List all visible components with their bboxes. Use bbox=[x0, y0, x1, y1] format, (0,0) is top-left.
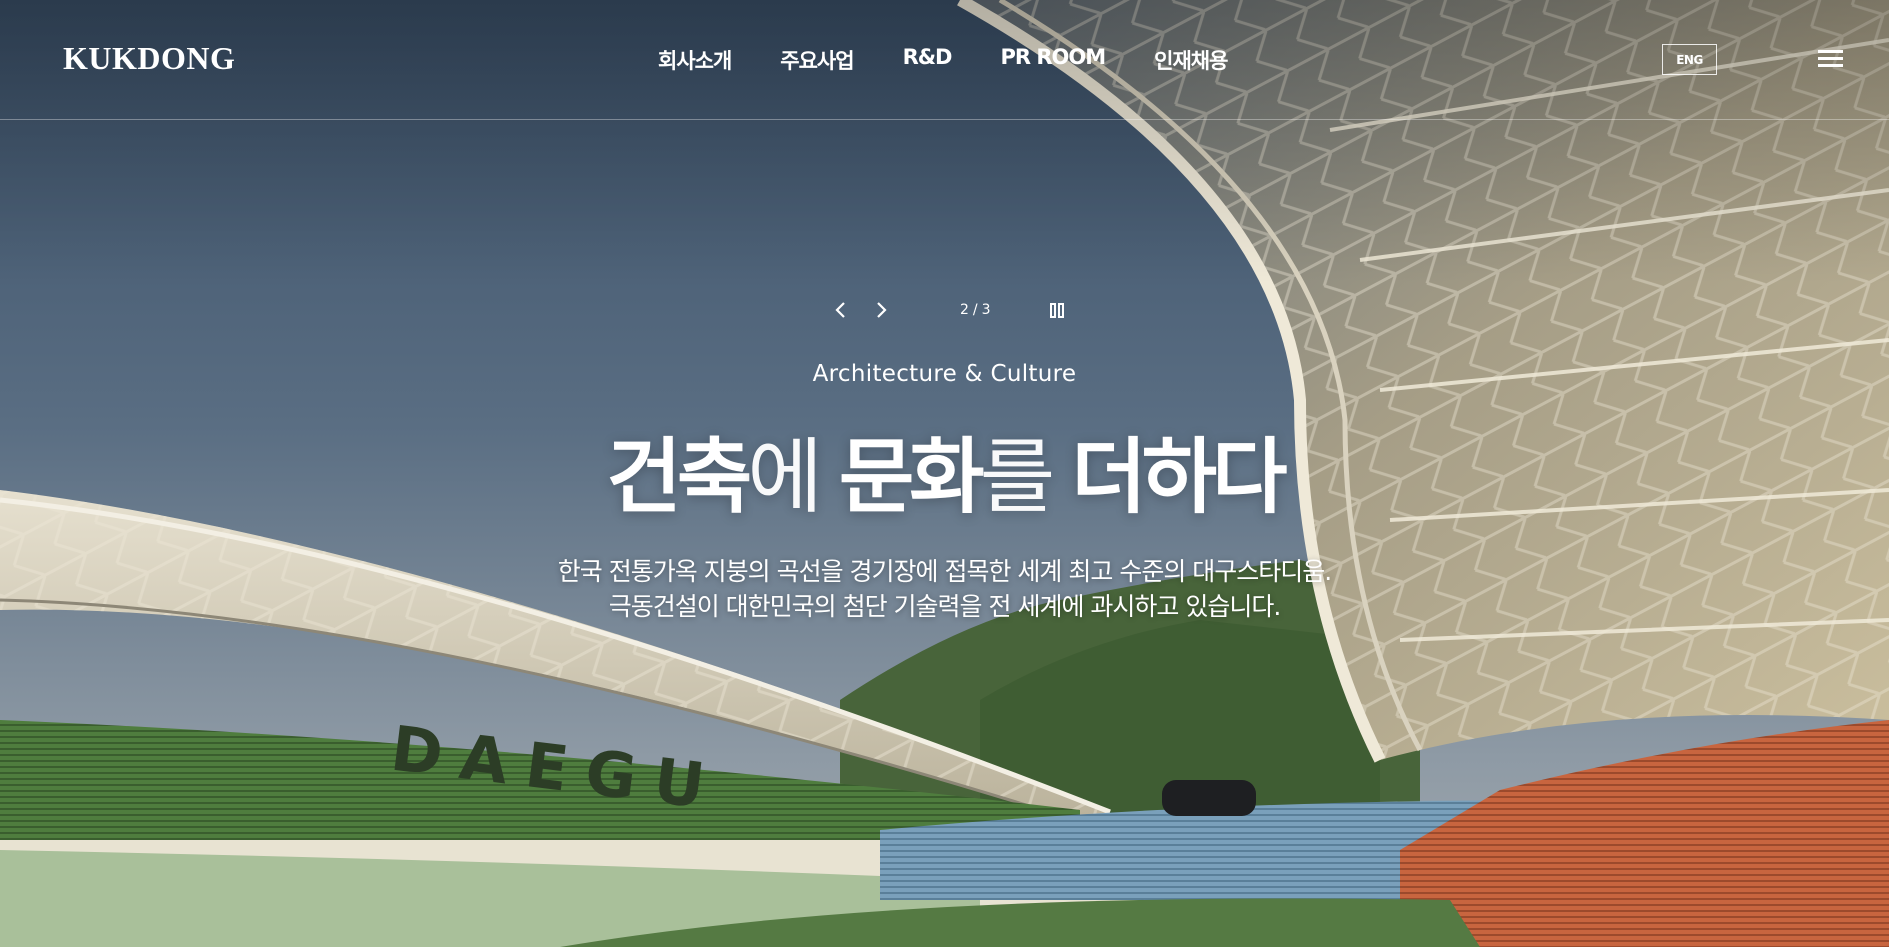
slider-controls: 2/3 bbox=[830, 297, 1070, 325]
slide-separator: / bbox=[972, 302, 979, 318]
slide-total: 3 bbox=[981, 302, 992, 318]
main-nav: 회사소개 주요사업 R&D PR ROOM 인재채용 bbox=[658, 45, 1276, 75]
slide-counter: 2/3 bbox=[960, 302, 992, 318]
nav-item-rnd[interactable]: R&D bbox=[903, 45, 953, 75]
nav-item-pr-room[interactable]: PR ROOM bbox=[1000, 45, 1106, 75]
slide-headline: 건축에 문화를 더하다 bbox=[0, 428, 1889, 528]
chevron-right-icon[interactable] bbox=[870, 297, 892, 323]
nav-item-business[interactable]: 주요사업 bbox=[780, 45, 854, 75]
headline-word-architecture: 건축 bbox=[606, 430, 752, 525]
site-header: KUKDONG 회사소개 주요사업 R&D PR ROOM 인재채용 ENG bbox=[0, 0, 1889, 120]
language-button[interactable]: ENG bbox=[1662, 44, 1717, 75]
pause-icon[interactable] bbox=[1048, 301, 1068, 321]
description-line-1: 한국 전통가옥 지붕의 곡선을 경기장에 접목한 세계 최고 수준의 대구스타디… bbox=[557, 557, 1332, 586]
headline-word-culture: 문화 bbox=[838, 430, 985, 525]
slide-description: 한국 전통가옥 지붕의 곡선을 경기장에 접목한 세계 최고 수준의 대구스타디… bbox=[0, 554, 1889, 624]
chevron-left-icon[interactable] bbox=[830, 297, 852, 323]
site-logo[interactable]: KUKDONG bbox=[63, 40, 235, 77]
description-line-2: 극동건설이 대한민국의 첨단 기술력을 전 세계에 과시하고 있습니다. bbox=[608, 592, 1282, 621]
hamburger-menu-icon[interactable] bbox=[1818, 50, 1843, 70]
headline-particle-1: 에 bbox=[747, 430, 839, 525]
headline-particle-2: 를 bbox=[979, 430, 1072, 525]
slide-current: 2 bbox=[960, 302, 970, 318]
nav-item-company[interactable]: 회사소개 bbox=[658, 45, 732, 75]
hero-slide: DAEGU KUKDONG 회사소개 주요사업 R&D PR ROOM 인재채용… bbox=[0, 0, 1889, 947]
slide-eyebrow: Architecture & Culture bbox=[812, 361, 1077, 387]
headline-word-add: 더하다 bbox=[1071, 430, 1287, 525]
nav-item-recruit[interactable]: 인재채용 bbox=[1154, 45, 1228, 75]
